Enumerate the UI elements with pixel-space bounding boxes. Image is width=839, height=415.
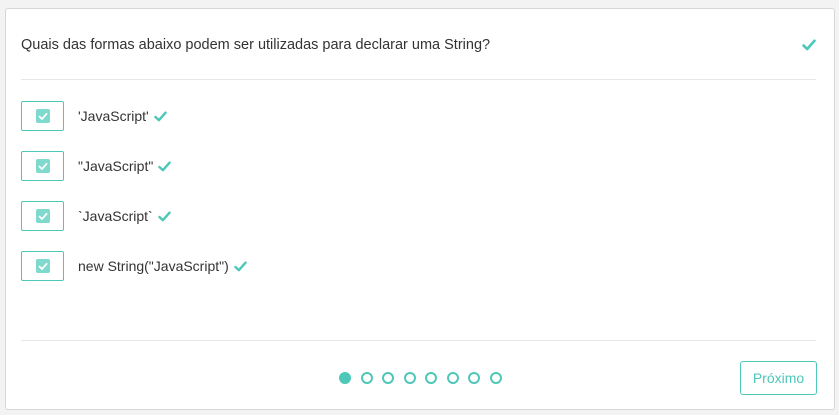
page-dot-8[interactable] <box>489 372 502 384</box>
quiz-card: Quais das formas abaixo podem ser utiliz… <box>5 8 835 410</box>
option-item: 'JavaScript' <box>21 101 247 131</box>
page-dot-4[interactable] <box>403 372 416 384</box>
option-label: "JavaScript" <box>78 158 154 174</box>
checked-box-icon <box>35 159 50 173</box>
option-checkbox[interactable] <box>21 251 64 281</box>
question-text: Quais das formas abaixo podem ser utiliz… <box>21 37 491 53</box>
option-item: "JavaScript" <box>21 151 247 181</box>
correct-check-icon <box>158 160 172 172</box>
checked-box-icon <box>35 209 50 223</box>
page-dot-7[interactable] <box>468 372 480 384</box>
option-checkbox[interactable] <box>21 101 64 131</box>
question-header: Quais das formas abaixo podem ser utiliz… <box>21 9 816 79</box>
divider <box>21 79 816 80</box>
page-dot-3[interactable] <box>382 372 394 384</box>
check-icon <box>802 38 816 51</box>
option-label: 'JavaScript' <box>78 108 149 124</box>
page-dot-1[interactable] <box>339 372 351 384</box>
option-checkbox[interactable] <box>21 201 64 231</box>
options-list: 'JavaScript' "JavaScript" `JavaScript` n… <box>21 101 247 301</box>
correct-check-icon <box>234 260 247 272</box>
option-item: `JavaScript` <box>21 201 247 231</box>
page-dot-6[interactable] <box>446 372 459 384</box>
option-label: new String("JavaScript") <box>78 258 229 274</box>
checked-box-icon <box>35 109 50 123</box>
divider <box>21 340 816 341</box>
checked-box-icon <box>35 259 50 273</box>
page-dot-2[interactable] <box>360 372 373 384</box>
option-checkbox[interactable] <box>21 151 64 181</box>
next-button[interactable]: Próximo <box>740 361 817 395</box>
correct-check-icon <box>157 210 171 222</box>
pagination-dots <box>339 372 511 384</box>
correct-check-icon <box>153 110 167 122</box>
option-label: `JavaScript` <box>78 208 153 224</box>
page-dot-5[interactable] <box>425 372 437 384</box>
option-item: new String("JavaScript") <box>21 251 247 281</box>
